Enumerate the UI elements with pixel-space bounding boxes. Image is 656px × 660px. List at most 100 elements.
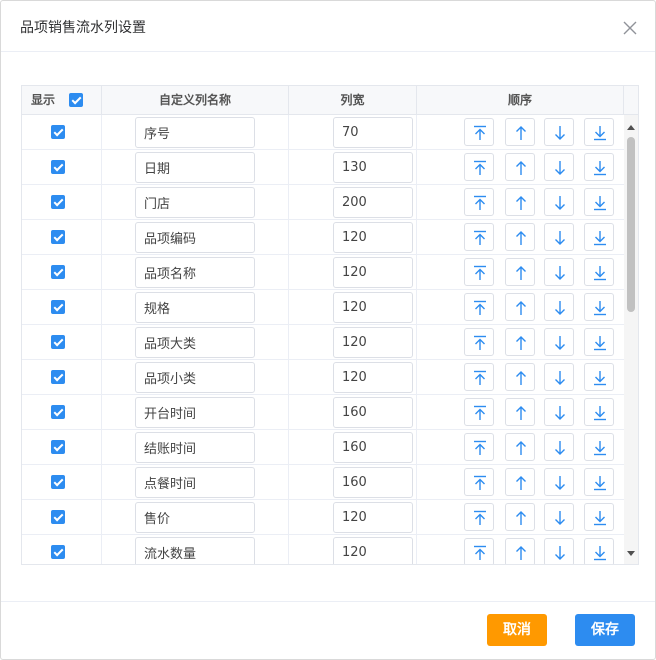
move-bottom-button[interactable] bbox=[584, 398, 614, 426]
column-width-input[interactable] bbox=[333, 467, 413, 498]
move-down-button[interactable] bbox=[544, 538, 574, 564]
show-cell bbox=[22, 255, 102, 290]
column-width-input[interactable] bbox=[333, 397, 413, 428]
move-bottom-button[interactable] bbox=[584, 118, 614, 146]
move-up-button[interactable] bbox=[505, 293, 535, 321]
move-down-button[interactable] bbox=[544, 363, 574, 391]
show-column-checkbox[interactable] bbox=[51, 300, 65, 314]
move-down-button[interactable] bbox=[544, 433, 574, 461]
move-down-button[interactable] bbox=[544, 328, 574, 356]
move-up-button[interactable] bbox=[505, 258, 535, 286]
column-name-input[interactable] bbox=[135, 327, 255, 358]
column-width-input[interactable] bbox=[333, 292, 413, 323]
move-up-button[interactable] bbox=[505, 468, 535, 496]
move-bottom-button[interactable] bbox=[584, 503, 614, 531]
save-button[interactable]: 保存 bbox=[575, 614, 635, 646]
show-column-checkbox[interactable] bbox=[51, 475, 65, 489]
show-column-checkbox[interactable] bbox=[51, 265, 65, 279]
column-width-input[interactable] bbox=[333, 187, 413, 218]
column-width-input[interactable] bbox=[333, 117, 413, 148]
move-bottom-button[interactable] bbox=[584, 363, 614, 391]
move-bottom-button[interactable] bbox=[584, 468, 614, 496]
column-width-input[interactable] bbox=[333, 502, 413, 533]
move-bottom-button[interactable] bbox=[584, 258, 614, 286]
show-column-checkbox[interactable] bbox=[51, 545, 65, 559]
column-name-input[interactable] bbox=[135, 467, 255, 498]
move-top-button[interactable] bbox=[464, 258, 494, 286]
column-name-input[interactable] bbox=[135, 152, 255, 183]
show-column-checkbox[interactable] bbox=[51, 405, 65, 419]
move-up-button[interactable] bbox=[505, 363, 535, 391]
move-down-button[interactable] bbox=[544, 293, 574, 321]
move-top-button[interactable] bbox=[464, 503, 494, 531]
column-name-input[interactable] bbox=[135, 187, 255, 218]
move-top-button[interactable] bbox=[464, 118, 494, 146]
move-top-button[interactable] bbox=[464, 328, 494, 356]
move-down-button[interactable] bbox=[544, 468, 574, 496]
move-top-button[interactable] bbox=[464, 223, 494, 251]
column-width-input[interactable] bbox=[333, 152, 413, 183]
show-column-checkbox[interactable] bbox=[51, 160, 65, 174]
scroll-up-arrow-icon[interactable] bbox=[627, 125, 635, 130]
scrollbar-thumb[interactable] bbox=[627, 137, 635, 312]
move-top-button[interactable] bbox=[464, 293, 494, 321]
move-down-button[interactable] bbox=[544, 153, 574, 181]
move-up-button[interactable] bbox=[505, 328, 535, 356]
move-bottom-button[interactable] bbox=[584, 328, 614, 356]
column-name-input[interactable] bbox=[135, 222, 255, 253]
move-top-button[interactable] bbox=[464, 188, 494, 216]
show-column-checkbox[interactable] bbox=[51, 370, 65, 384]
move-down-button[interactable] bbox=[544, 188, 574, 216]
move-top-button[interactable] bbox=[464, 398, 494, 426]
show-column-checkbox[interactable] bbox=[51, 510, 65, 524]
move-up-button[interactable] bbox=[505, 223, 535, 251]
move-up-button[interactable] bbox=[505, 153, 535, 181]
column-name-input[interactable] bbox=[135, 397, 255, 428]
move-bottom-button[interactable] bbox=[584, 223, 614, 251]
move-down-button[interactable] bbox=[544, 503, 574, 531]
column-name-input[interactable] bbox=[135, 292, 255, 323]
column-width-input[interactable] bbox=[333, 222, 413, 253]
show-column-checkbox[interactable] bbox=[51, 440, 65, 454]
column-width-input[interactable] bbox=[333, 362, 413, 393]
column-name-input[interactable] bbox=[135, 537, 255, 564]
show-column-checkbox[interactable] bbox=[51, 195, 65, 209]
column-name-input[interactable] bbox=[135, 432, 255, 463]
column-width-input[interactable] bbox=[333, 327, 413, 358]
move-up-button[interactable] bbox=[505, 398, 535, 426]
move-bottom-button[interactable] bbox=[584, 433, 614, 461]
move-bottom-button[interactable] bbox=[584, 153, 614, 181]
move-bottom-button[interactable] bbox=[584, 538, 614, 564]
column-name-input[interactable] bbox=[135, 117, 255, 148]
select-all-checkbox[interactable] bbox=[69, 93, 83, 107]
move-up-button[interactable] bbox=[505, 433, 535, 461]
move-up-button[interactable] bbox=[505, 538, 535, 564]
move-top-button[interactable] bbox=[464, 363, 494, 391]
move-up-button[interactable] bbox=[505, 503, 535, 531]
table-scrollbar[interactable] bbox=[624, 115, 638, 564]
column-name-input[interactable] bbox=[135, 502, 255, 533]
show-column-checkbox[interactable] bbox=[51, 125, 65, 139]
column-name-input[interactable] bbox=[135, 362, 255, 393]
column-width-input[interactable] bbox=[333, 257, 413, 288]
move-down-button[interactable] bbox=[544, 398, 574, 426]
move-top-button[interactable] bbox=[464, 468, 494, 496]
move-top-button[interactable] bbox=[464, 538, 494, 564]
move-up-button[interactable] bbox=[505, 118, 535, 146]
column-name-input[interactable] bbox=[135, 257, 255, 288]
move-bottom-button[interactable] bbox=[584, 293, 614, 321]
move-top-button[interactable] bbox=[464, 433, 494, 461]
move-down-button[interactable] bbox=[544, 118, 574, 146]
column-width-input[interactable] bbox=[333, 432, 413, 463]
scroll-down-arrow-icon[interactable] bbox=[627, 551, 635, 556]
move-bottom-button[interactable] bbox=[584, 188, 614, 216]
show-column-checkbox[interactable] bbox=[51, 335, 65, 349]
show-column-checkbox[interactable] bbox=[51, 230, 65, 244]
cancel-button[interactable]: 取消 bbox=[487, 614, 547, 646]
move-down-button[interactable] bbox=[544, 223, 574, 251]
move-down-button[interactable] bbox=[544, 258, 574, 286]
close-icon[interactable] bbox=[623, 21, 637, 35]
move-top-button[interactable] bbox=[464, 153, 494, 181]
column-width-input[interactable] bbox=[333, 537, 413, 564]
move-up-button[interactable] bbox=[505, 188, 535, 216]
